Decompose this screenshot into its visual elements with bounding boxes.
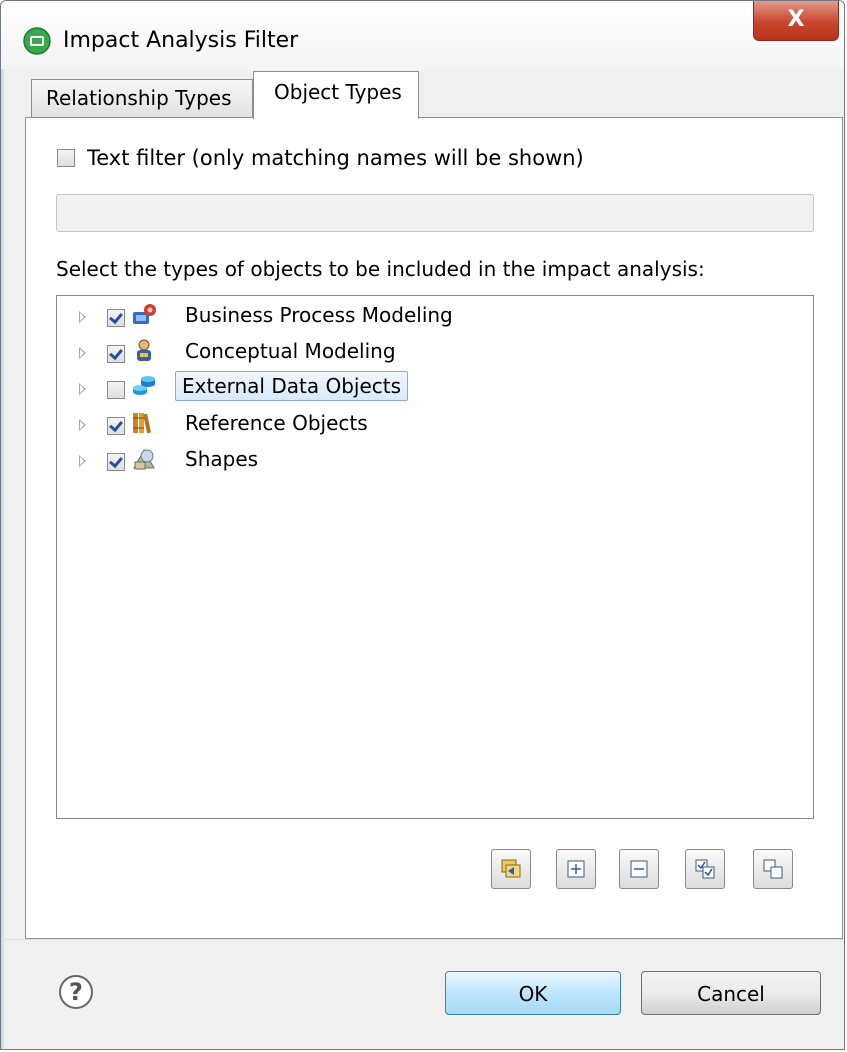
footer-divider bbox=[1, 939, 844, 940]
expand-all-button[interactable] bbox=[556, 849, 596, 889]
ok-button[interactable]: OK bbox=[445, 971, 621, 1015]
expand-arrow-icon[interactable] bbox=[79, 383, 86, 395]
refresh-button[interactable] bbox=[491, 849, 531, 889]
dialog-window: Impact Analysis Filter X Relationship Ty… bbox=[0, 0, 845, 1050]
tree-item-shapes[interactable]: Shapes bbox=[57, 442, 813, 478]
tab-relationship-types[interactable]: Relationship Types bbox=[31, 79, 253, 117]
collapse-all-button[interactable] bbox=[619, 849, 659, 889]
business-process-icon bbox=[131, 302, 157, 328]
tree-item-checkbox[interactable] bbox=[107, 381, 125, 399]
cancel-button[interactable]: Cancel bbox=[641, 971, 821, 1015]
uncheck-all-button[interactable] bbox=[753, 849, 793, 889]
uncheck-all-icon bbox=[763, 859, 783, 879]
expand-arrow-icon[interactable] bbox=[79, 311, 86, 323]
conceptual-modeling-icon bbox=[131, 338, 157, 364]
window-edge bbox=[1, 1, 5, 1049]
tree-item-checkbox[interactable] bbox=[107, 453, 125, 471]
window-title: Impact Analysis Filter bbox=[63, 28, 299, 53]
check-all-icon bbox=[695, 859, 715, 879]
close-button[interactable]: X bbox=[753, 1, 839, 41]
tree-item-external-data-objects[interactable]: External Data Objects bbox=[57, 370, 813, 406]
expand-arrow-icon[interactable] bbox=[79, 419, 86, 431]
tree-item-conceptual-modeling[interactable]: Conceptual Modeling bbox=[57, 334, 813, 370]
tree-item-label: Conceptual Modeling bbox=[185, 339, 396, 363]
tree-item-label: Shapes bbox=[185, 447, 259, 471]
expand-arrow-icon[interactable] bbox=[79, 347, 86, 359]
tab-object-types[interactable]: Object Types bbox=[253, 71, 419, 119]
refresh-icon bbox=[501, 859, 521, 878]
object-types-heading: Select the types of objects to be includ… bbox=[56, 257, 705, 281]
text-filter-label: Text filter (only matching names will be… bbox=[87, 146, 584, 170]
app-icon bbox=[23, 27, 51, 55]
tree-item-checkbox[interactable] bbox=[107, 345, 125, 363]
shapes-icon bbox=[131, 446, 157, 472]
object-types-tree[interactable]: Business Process Modeling Conceptual Mod… bbox=[56, 295, 814, 819]
tree-item-label: Reference Objects bbox=[185, 411, 368, 435]
tree-item-business-process[interactable]: Business Process Modeling bbox=[57, 298, 813, 334]
tree-item-label: Business Process Modeling bbox=[185, 303, 453, 327]
expand-all-icon bbox=[567, 860, 585, 878]
collapse-all-icon bbox=[630, 860, 648, 878]
tree-item-checkbox[interactable] bbox=[107, 417, 125, 435]
tree-item-label: External Data Objects bbox=[175, 371, 409, 401]
text-filter-checkbox[interactable] bbox=[57, 149, 75, 167]
check-all-button[interactable] bbox=[685, 849, 725, 889]
help-icon[interactable]: ? bbox=[59, 975, 93, 1009]
text-filter-input[interactable] bbox=[56, 194, 814, 232]
tree-item-checkbox[interactable] bbox=[107, 309, 125, 327]
title-bar: Impact Analysis Filter X bbox=[1, 1, 844, 69]
reference-objects-icon bbox=[131, 410, 157, 436]
tree-item-reference-objects[interactable]: Reference Objects bbox=[57, 406, 813, 442]
expand-arrow-icon[interactable] bbox=[79, 455, 86, 467]
external-data-icon bbox=[131, 374, 157, 400]
